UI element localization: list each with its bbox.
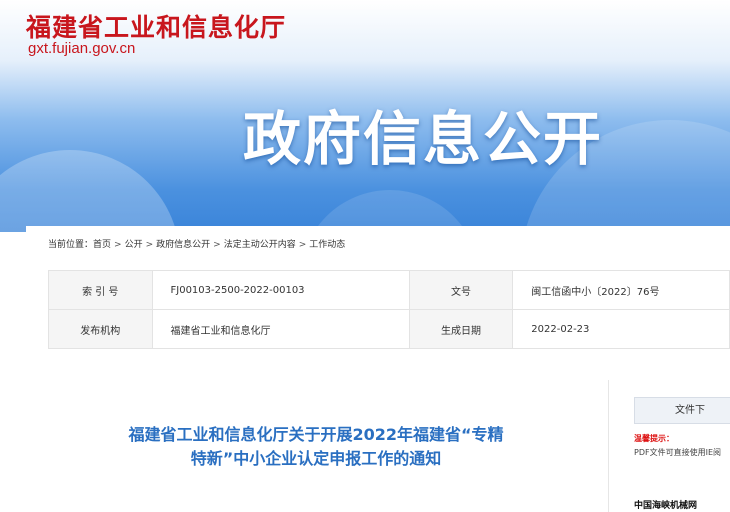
document-meta-table: 索 引 号 FJ00103-2500-2022-00103 文号 闽工信函中小〔… (48, 270, 730, 349)
org-label: 发布机构 (48, 309, 153, 349)
breadcrumb-home[interactable]: 首页 (93, 240, 111, 250)
breadcrumb-separator: > (114, 240, 122, 250)
file-download-button[interactable]: 文件下 (634, 397, 730, 424)
index-label: 索 引 号 (48, 270, 153, 310)
docno-value: 闽工信函中小〔2022〕76号 (512, 270, 730, 310)
column-divider (608, 380, 609, 512)
index-value: FJ00103-2500-2022-00103 (151, 270, 410, 310)
main-content: 当前位置：首页 > 公开 > 政府信息公开 > 法定主动公开内容 > 工作动态 索 引 号 FJ… (26, 226, 730, 512)
site-name[interactable]: 福建省工业和信息化厅 (26, 8, 286, 44)
header-banner: 福建省工业和信息化厅 gxt.fujian.gov.cn 政府信息公开 (0, 0, 730, 232)
date-value: 2022-02-23 (512, 309, 730, 349)
org-value: 福建省工业和信息化厅 (151, 309, 410, 349)
tip-title: 温馨提示： (634, 434, 674, 443)
breadcrumb-statutory[interactable]: 法定主动公开内容 (224, 240, 296, 250)
breadcrumb-open[interactable]: 公开 (125, 240, 143, 250)
breadcrumb-work-news[interactable]: 工作动态 (309, 240, 345, 250)
breadcrumb-separator: > (298, 240, 307, 250)
breadcrumb: 当前位置：首页 > 公开 > 政府信息公开 > 法定主动公开内容 > 工作动态 (48, 237, 345, 250)
breadcrumb-separator: > (213, 240, 221, 250)
document-title: 福建省工业和信息化厅关于开展2022年福建省“专精特新”中小企业认定申报工作的通… (128, 425, 504, 468)
docno-label: 文号 (408, 270, 514, 310)
date-label: 生成日期 (408, 309, 514, 349)
table-row: 索 引 号 FJ00103-2500-2022-00103 文号 闽工信函中小〔… (48, 270, 730, 310)
partner-link[interactable]: 中国海峡机械网 (634, 498, 697, 511)
site-domain[interactable]: gxt.fujian.gov.cn (28, 40, 135, 57)
breadcrumb-separator: > (145, 240, 154, 250)
banner-title: 政府信息公开 (243, 105, 604, 173)
breadcrumb-gov-info[interactable]: 政府信息公开 (156, 240, 210, 250)
breadcrumb-label: 当前位置： (48, 240, 94, 250)
table-row: 发布机构 福建省工业和信息化厅 生成日期 2022-02-23 (48, 309, 730, 349)
tip-text: PDF文件可直接使用IE阅 (634, 448, 721, 457)
